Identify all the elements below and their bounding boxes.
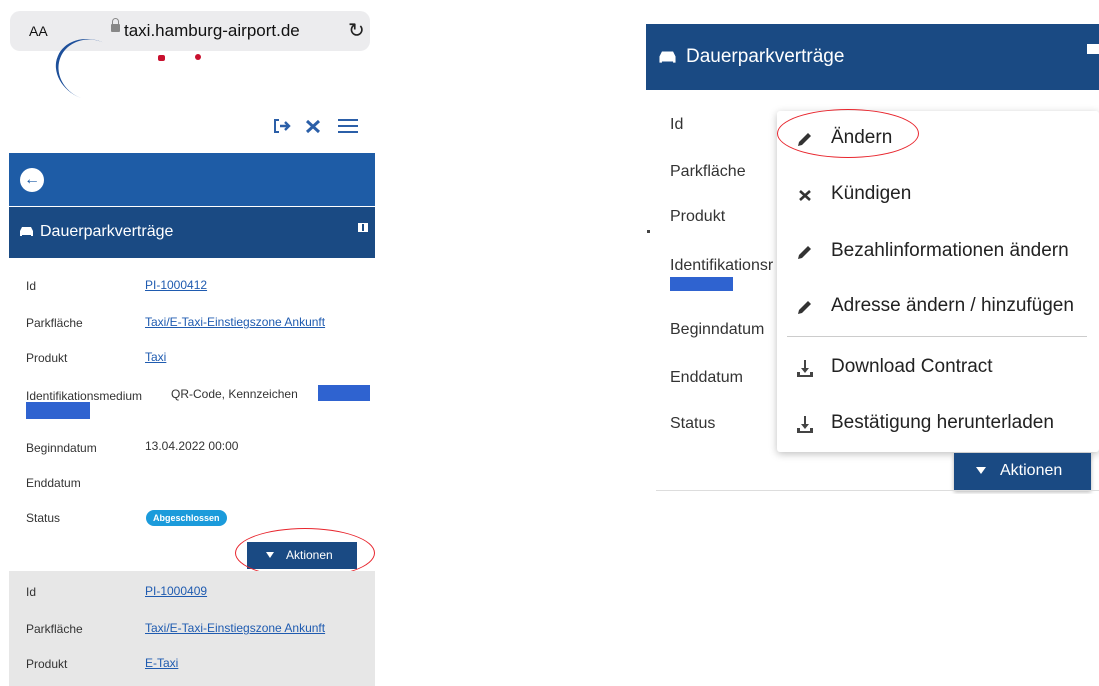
- start-label: Beginndatum: [26, 441, 97, 455]
- id-label: Id: [26, 585, 37, 599]
- right-zoomed-screen: Dauerparkverträge Id Parkfläche Produkt …: [646, 24, 1099, 494]
- area-link[interactable]: Taxi/E-Taxi-Einstiegszone Ankunft: [145, 621, 325, 635]
- contract-id-link[interactable]: PI-1000409: [145, 584, 207, 598]
- column-toggle-icon[interactable]: [1087, 44, 1099, 54]
- car-icon: [659, 51, 676, 63]
- menu-item-bestaetigung[interactable]: Bestätigung herunterladen: [777, 396, 1099, 450]
- menu-item-label: Adresse ändern / hinzufügen: [831, 295, 1074, 316]
- product-label: Produkt: [670, 208, 726, 225]
- actions-label: Aktionen: [1000, 462, 1063, 479]
- area-link[interactable]: Taxi/E-Taxi-Einstiegszone Ankunft: [145, 315, 325, 329]
- menu-item-bezahlinformationen[interactable]: Bezahlinformationen ändern: [777, 224, 1099, 278]
- menu-icon[interactable]: [337, 116, 359, 142]
- lock-icon: [111, 18, 120, 32]
- section-title: Dauerparkverträge: [686, 46, 845, 67]
- product-link[interactable]: Taxi: [145, 350, 166, 364]
- logo-fragment: [195, 54, 201, 60]
- id-label: Id: [670, 116, 684, 133]
- reload-icon[interactable]: ↻: [348, 18, 365, 43]
- product-link[interactable]: E-Taxi: [145, 656, 178, 670]
- area-label: Parkfläche: [26, 316, 83, 330]
- product-label: Produkt: [26, 657, 68, 671]
- end-label: Enddatum: [26, 476, 81, 490]
- column-toggle-icon[interactable]: [358, 223, 368, 232]
- status-label: Status: [670, 415, 716, 432]
- card-bottom-border: [656, 490, 1099, 491]
- menu-item-label: Kündigen: [831, 183, 912, 204]
- status-label: Status: [26, 511, 61, 525]
- logo-fragment: [158, 55, 165, 61]
- area-label: Parkfläche: [670, 163, 746, 180]
- redacted-block: [670, 277, 733, 291]
- menu-item-download-contract[interactable]: Download Contract: [777, 340, 1099, 394]
- section-title: Dauerparkverträge: [40, 223, 174, 240]
- medium-value: QR-Code, Kennzeichen: [171, 387, 298, 401]
- left-phone-screen: AA taxi.hamburg-airport.de ↻ ← Dauerpark…: [0, 0, 375, 686]
- back-bar: ←: [9, 153, 375, 206]
- contract-id-link[interactable]: PI-1000412: [145, 278, 207, 292]
- area-label: Parkfläche: [26, 622, 83, 636]
- redacted-block: [318, 385, 370, 401]
- medium-label: Identifikationsmedium: [26, 389, 143, 403]
- menu-item-label: Bestätigung herunterladen: [831, 412, 1054, 433]
- highlight-circle: [777, 109, 919, 158]
- status-badge: Abgeschlossen: [146, 510, 227, 526]
- caret-down-icon: [976, 467, 986, 474]
- id-label: Id: [26, 279, 37, 293]
- download-icon: [797, 416, 813, 433]
- download-icon: [797, 360, 813, 377]
- stray-dot: [647, 230, 650, 233]
- x-icon: [799, 190, 811, 201]
- browser-url-bar[interactable]: AA taxi.hamburg-airport.de ↻: [10, 11, 370, 51]
- menu-item-kuendigen[interactable]: Kündigen: [777, 167, 1099, 221]
- start-label: Beginndatum: [670, 321, 765, 338]
- actions-button[interactable]: Aktionen: [954, 453, 1091, 490]
- back-arrow-icon[interactable]: ←: [20, 168, 44, 192]
- redacted-block: [26, 402, 90, 419]
- medium-label: Identifikationsr: [670, 257, 774, 274]
- section-header: Dauerparkverträge: [9, 207, 375, 258]
- menu-item-label: Bezahlinformationen ändern: [831, 240, 1069, 261]
- pencil-icon: [798, 301, 811, 314]
- logout-icon[interactable]: [272, 116, 292, 142]
- url-text[interactable]: taxi.hamburg-airport.de: [124, 21, 300, 41]
- text-size-button[interactable]: AA: [29, 23, 48, 39]
- section-header: Dauerparkverträge: [646, 24, 1099, 90]
- menu-item-label: Download Contract: [831, 356, 993, 377]
- menu-divider: [787, 336, 1087, 337]
- contract-card-2: Id PI-1000409 Parkfläche Taxi/E-Taxi-Ein…: [9, 571, 375, 686]
- end-label: Enddatum: [670, 369, 743, 386]
- pencil-icon: [798, 246, 811, 259]
- car-icon: [20, 227, 33, 236]
- close-icon[interactable]: [304, 116, 322, 142]
- product-label: Produkt: [26, 351, 68, 365]
- actions-dropdown-menu: Ändern Kündigen Bezahlinformationen ände…: [777, 111, 1099, 452]
- start-value: 13.04.2022 00:00: [145, 439, 239, 453]
- contract-card: Id PI-1000412 Parkfläche Taxi/E-Taxi-Ein…: [9, 258, 375, 571]
- menu-item-adresse[interactable]: Adresse ändern / hinzufügen: [777, 279, 1099, 333]
